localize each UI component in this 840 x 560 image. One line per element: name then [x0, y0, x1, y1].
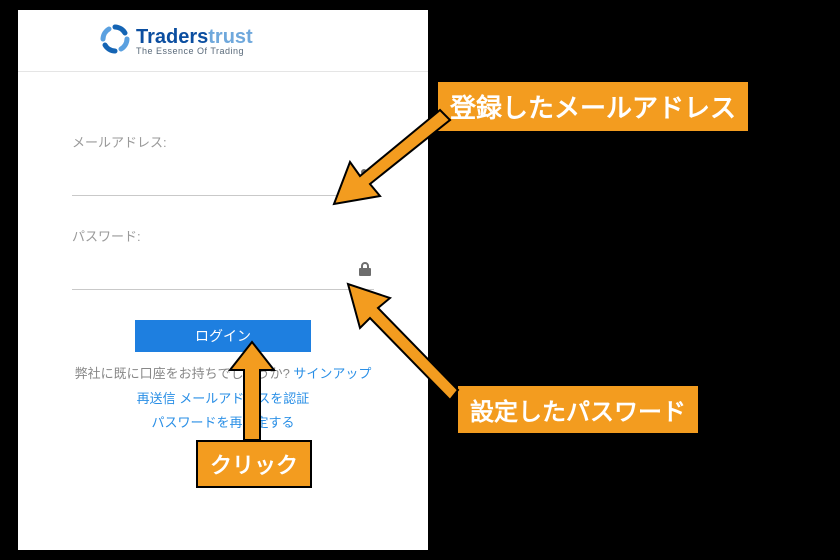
password-field-wrap — [72, 255, 374, 290]
password-field[interactable] — [72, 255, 374, 289]
logo-title: Traderstrust — [136, 27, 253, 47]
logo-icon — [100, 24, 130, 59]
logo-tagline: The Essence Of Trading — [136, 47, 253, 56]
logo: Traderstrust The Essence Of Trading — [100, 24, 428, 59]
arrow-to-login — [222, 340, 282, 446]
password-label: パスワード: — [72, 226, 374, 245]
arrow-to-password — [348, 278, 518, 408]
resend-prefix[interactable]: 再送信 — [137, 391, 180, 406]
email-label: メールアドレス: — [72, 132, 374, 151]
logo-area: Traderstrust The Essence Of Trading — [18, 10, 428, 71]
arrow-to-email — [330, 100, 500, 220]
annotation-click: クリック — [196, 440, 312, 488]
email-field[interactable] — [72, 161, 374, 195]
email-field-wrap — [72, 161, 374, 196]
